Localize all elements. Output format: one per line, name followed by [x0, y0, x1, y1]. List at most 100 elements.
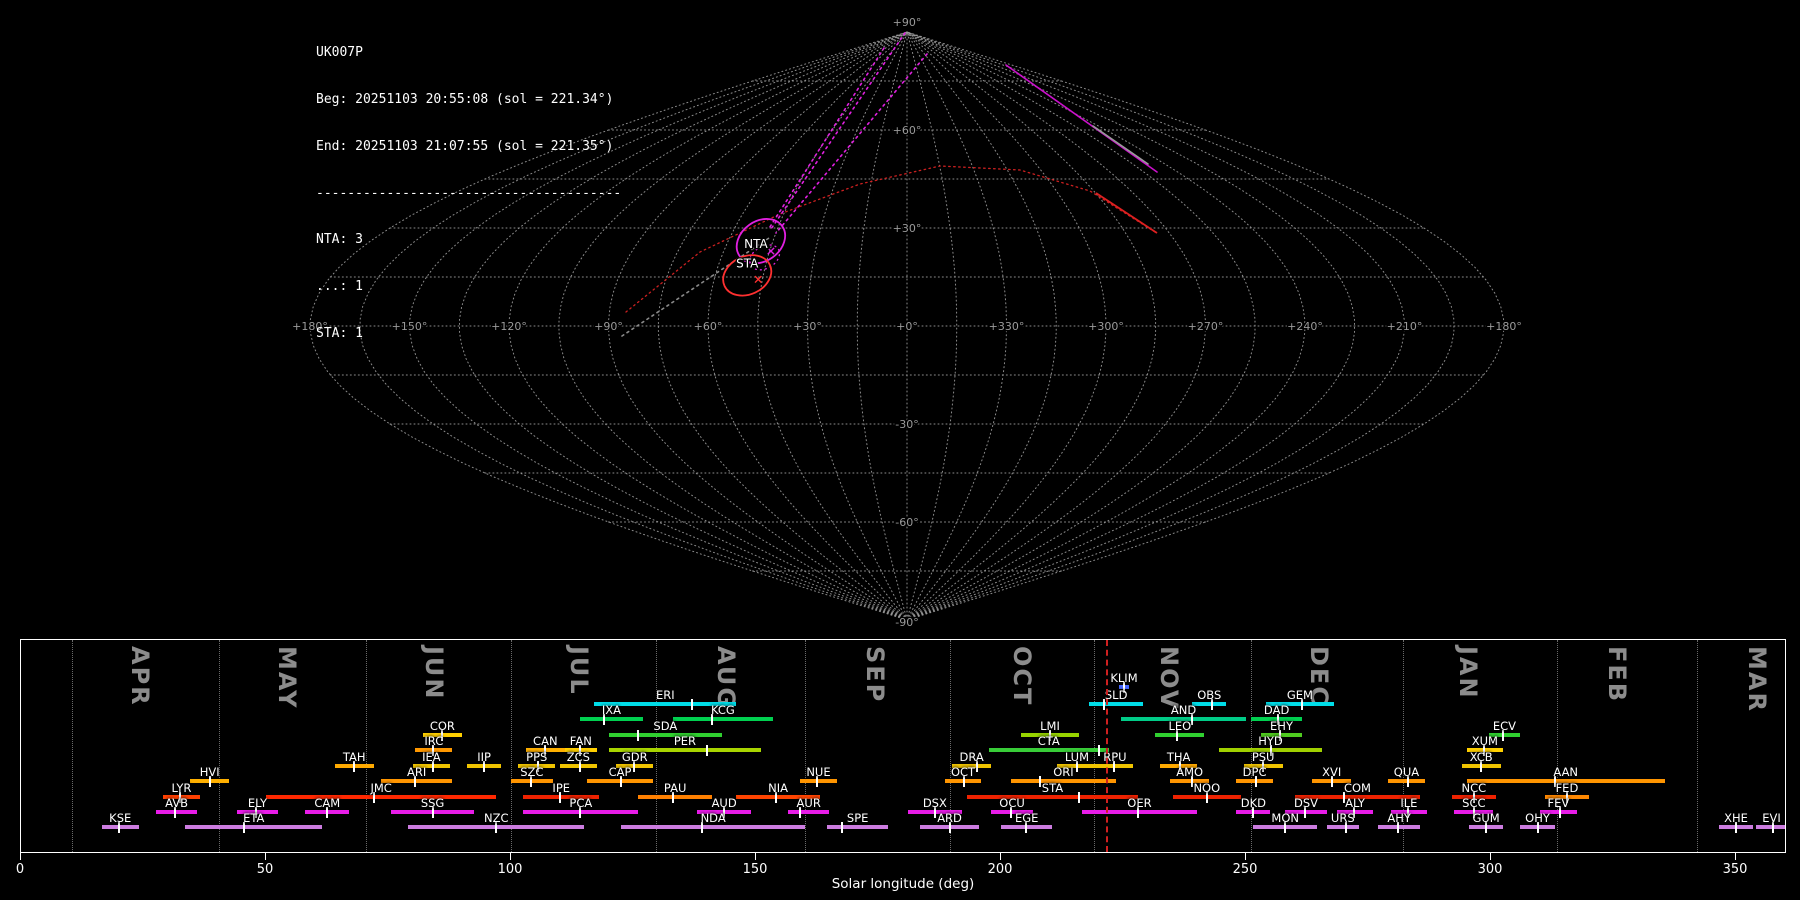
shower-label-AUD: AUD [712, 796, 737, 810]
shower-label-SLD: SLD [1105, 688, 1128, 702]
month-label-OCT: OCT [1008, 646, 1036, 706]
shower-label-HVI: HVI [200, 765, 220, 779]
shower-label-IIP: IIP [477, 750, 491, 764]
shower-label-QUA: QUA [1394, 765, 1419, 779]
shower-label-OCT: OCT [951, 765, 975, 779]
shower-label-ZCS: ZCS [567, 750, 590, 764]
svg-text:+30°: +30° [793, 320, 822, 333]
shower-label-SZC: SZC [520, 765, 543, 779]
ecliptic-line [626, 166, 1157, 312]
radiant-label-NTA: NTA [744, 237, 768, 251]
x-axis-title: Solar longitude (deg) [832, 876, 975, 892]
month-label-JUN: JUN [420, 646, 448, 701]
shower-label-GEM: GEM [1287, 688, 1313, 702]
x-tick-label-0: 0 [16, 862, 24, 877]
shower-bar-EGE [1001, 825, 1052, 829]
svg-text:+90°: +90° [893, 16, 922, 29]
shower-label-DRA: DRA [959, 750, 983, 764]
svg-text:+300°: +300° [1088, 320, 1124, 333]
shower-bar-RPU [1097, 764, 1134, 768]
current-sol-line [1106, 640, 1108, 852]
x-tick-label-150: 150 [743, 862, 768, 877]
shower-label-PPS: PPS [526, 750, 547, 764]
shower-peak-STA [1078, 792, 1080, 803]
shower-bar-IXA [580, 717, 644, 721]
month-line-APR [72, 640, 73, 852]
shower-label-ARI: ARI [407, 765, 426, 779]
month-line-JUL [511, 640, 512, 852]
month-label-FEB: FEB [1603, 646, 1631, 703]
shower-label-COM: COM [1344, 781, 1371, 795]
shower-label-NIA: NIA [768, 781, 788, 795]
shower-label-MON: MON [1271, 811, 1299, 825]
shower-bar-SDA [609, 733, 722, 737]
month-line-FEB [1557, 640, 1558, 852]
month-line-JUN [366, 640, 367, 852]
svg-text:+0°: +0° [896, 320, 918, 333]
shower-label-FED: FED [1556, 781, 1579, 795]
shower-label-EHY: EHY [1270, 719, 1293, 733]
shower-label-SCC: SCC [1462, 796, 1485, 810]
activity-timeline-chart: APRMAYJUNJULAUGSEPOCTNOVDECJANFEBMARKLIM… [20, 639, 1786, 853]
x-tick-0 [20, 853, 22, 860]
separator: --------------------------------------- [316, 186, 621, 202]
shower-label-TAH: TAH [343, 750, 366, 764]
shower-label-SPE: SPE [847, 811, 869, 825]
month-line-AUG [656, 640, 657, 852]
svg-text:+240°: +240° [1287, 320, 1323, 333]
x-tick-150 [755, 853, 757, 860]
shower-bar-NUE [800, 779, 837, 783]
shower-label-XUM: XUM [1472, 734, 1498, 748]
x-tick-50 [265, 853, 267, 860]
end-time: End: 20251103 21:07:55 (sol = 221.35°) [316, 139, 621, 155]
shower-bar-OBS [1192, 702, 1226, 706]
shower-label-ETA: ETA [243, 811, 264, 825]
shower-label-DKD: DKD [1241, 796, 1266, 810]
month-line-MAY [219, 640, 220, 852]
shower-label-XHE: XHE [1724, 811, 1748, 825]
shower-label-EGE: EGE [1015, 811, 1038, 825]
x-tick-label-50: 50 [257, 862, 274, 877]
month-label-JUL: JUL [565, 646, 593, 696]
shower-label-IPE: IPE [552, 781, 570, 795]
shower-label-NDA: NDA [701, 811, 726, 825]
svg-text:-90°: -90° [895, 616, 918, 629]
shower-label-ARD: ARD [937, 811, 962, 825]
shower-bar-SZC [511, 779, 553, 783]
count-other: ...: 1 [316, 279, 621, 295]
shower-label-ILE: ILE [1400, 796, 1417, 810]
shower-label-NCC: NCC [1462, 781, 1487, 795]
shower-label-CTA: CTA [1038, 734, 1060, 748]
month-line-NOV [1094, 640, 1095, 852]
svg-text:-30°: -30° [895, 418, 918, 431]
shower-bar-AHY [1378, 825, 1420, 829]
x-tick-350 [1735, 853, 1737, 860]
shower-bar-OER [1082, 810, 1197, 814]
shower-label-AUR: AUR [797, 796, 821, 810]
shower-label-ERI: ERI [656, 688, 675, 702]
shower-label-LYR: LYR [172, 781, 192, 795]
shower-label-PCA: PCA [569, 796, 592, 810]
meteor-track [1093, 126, 1148, 164]
shower-label-AAN: AAN [1553, 765, 1578, 779]
shower-label-AND: AND [1171, 703, 1196, 717]
month-label-MAY: MAY [273, 646, 301, 710]
meteor-tracks [622, 33, 1157, 336]
shower-label-HYD: HYD [1258, 734, 1283, 748]
shower-label-CAN: CAN [533, 734, 558, 748]
svg-text:+330°: +330° [989, 320, 1025, 333]
shower-label-DPC: DPC [1243, 765, 1267, 779]
meteor-track [768, 48, 884, 230]
shower-label-LMI: LMI [1040, 719, 1060, 733]
shower-bar-CTA [989, 748, 1109, 752]
shower-label-XVI: XVI [1322, 765, 1341, 779]
svg-text:+270°: +270° [1188, 320, 1224, 333]
shower-label-OCU: OCU [999, 796, 1025, 810]
shower-label-DAD: DAD [1264, 703, 1289, 717]
shower-label-AMO: AMO [1176, 765, 1203, 779]
sky-map: +180°+150°+120°+90°+60°+30°+0°+330°+300°… [0, 0, 1800, 640]
month-label-MAR: MAR [1743, 646, 1771, 713]
shower-label-XCB: XCB [1470, 750, 1493, 764]
shower-label-NOO: NOO [1193, 781, 1220, 795]
x-tick-label-250: 250 [1233, 862, 1258, 877]
